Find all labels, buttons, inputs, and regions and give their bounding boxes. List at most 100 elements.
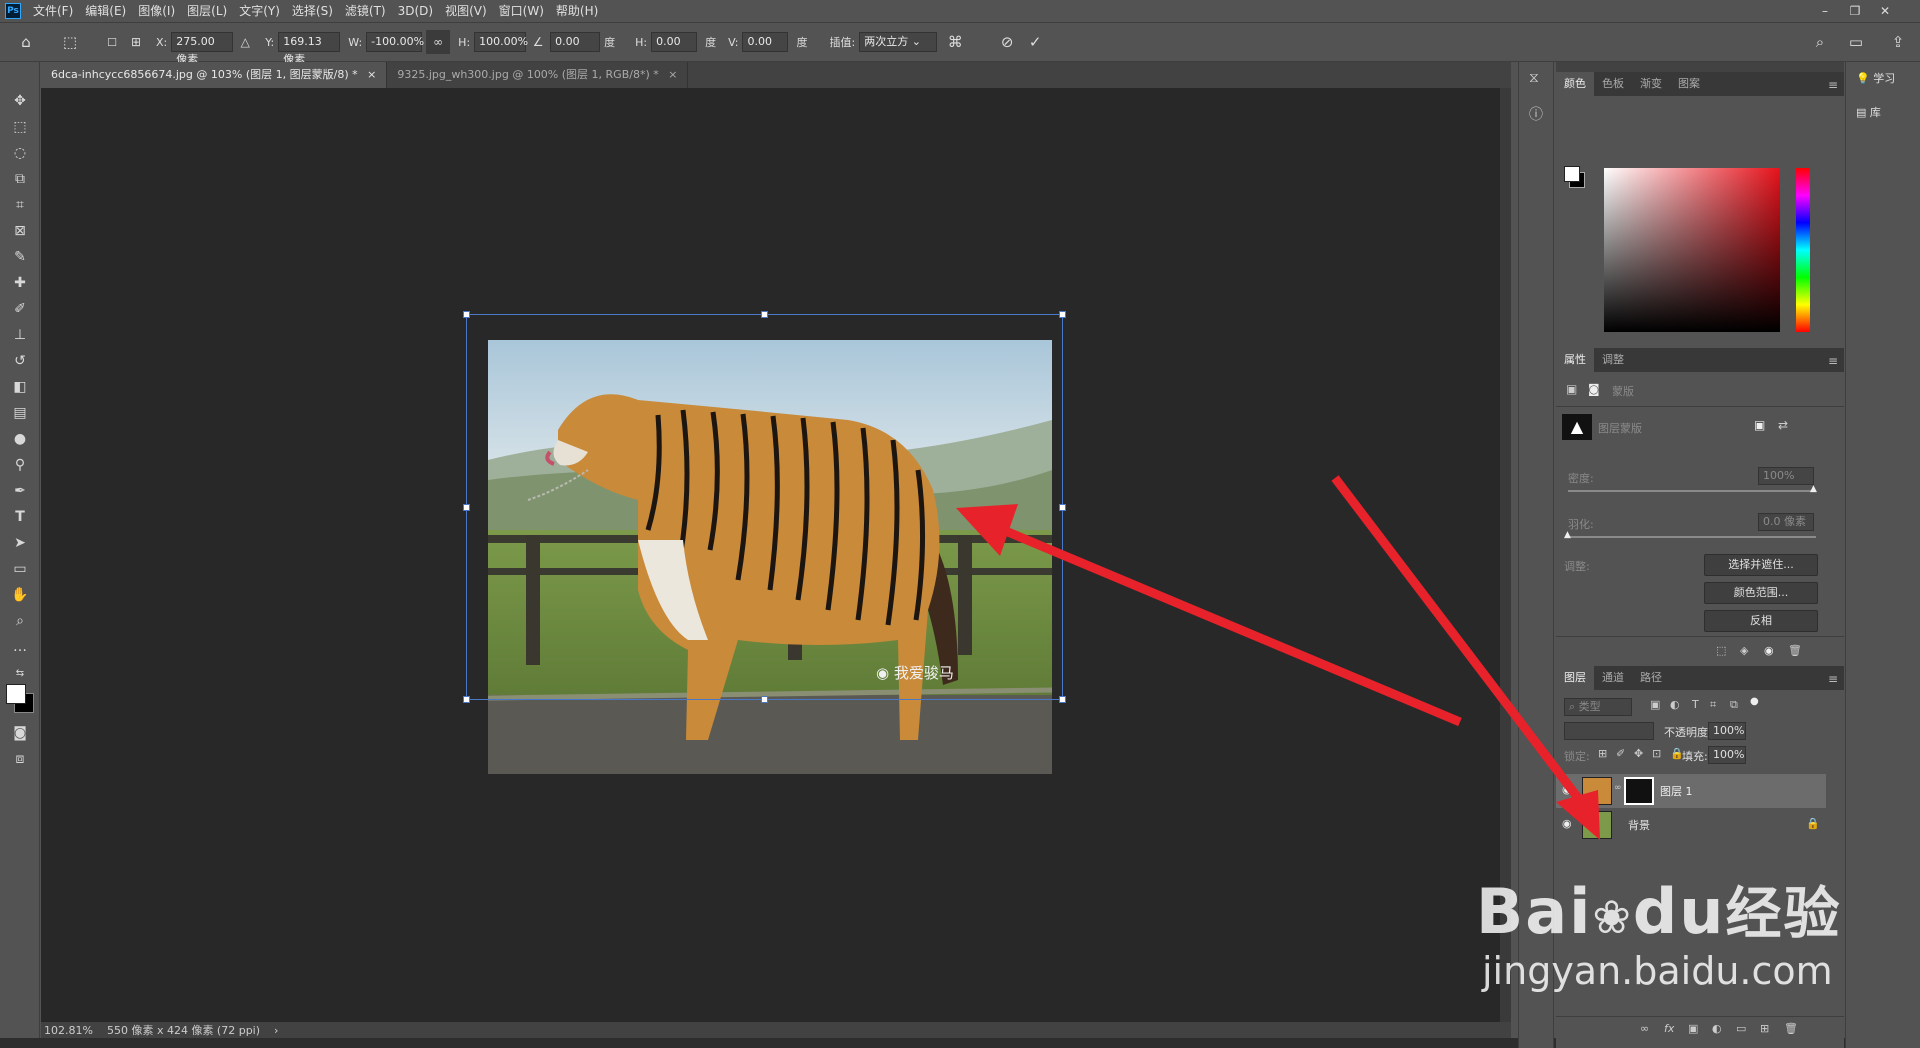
eyedropper-tool-icon[interactable]: ✎ — [8, 246, 32, 268]
history-brush-icon[interactable]: ↺ — [8, 350, 32, 372]
vskew-input[interactable]: 0.00 — [742, 32, 789, 52]
invert-button[interactable]: 反相 — [1704, 610, 1818, 632]
reference-point-checkbox[interactable]: ☐ — [100, 30, 124, 54]
vertical-scrollbar[interactable] — [1500, 88, 1511, 1022]
hand-tool-icon[interactable]: ✋ — [8, 584, 32, 606]
type-tool-icon[interactable]: T — [8, 506, 32, 528]
width-input[interactable]: -100.00% — [366, 32, 424, 52]
gradient-tool-icon[interactable]: ▤ — [8, 402, 32, 424]
feather-input[interactable]: 0.0 像素 — [1758, 513, 1814, 531]
interpolation-select[interactable]: 两次立方 ⌄ — [859, 32, 938, 52]
delete-mask-icon[interactable]: 🗑 — [1788, 644, 1802, 657]
cancel-transform-icon[interactable]: ⊘ — [995, 30, 1019, 54]
x-input[interactable]: 275.00 像素 — [171, 32, 234, 66]
filter-adjust-icon[interactable]: ◐ — [1670, 698, 1680, 711]
link-layers-icon[interactable]: ∞ — [1640, 1022, 1649, 1035]
panel-menu-icon[interactable]: ≡ — [1828, 78, 1838, 92]
delete-layer-icon[interactable]: 🗑 — [1784, 1022, 1798, 1035]
menu-filter[interactable]: 滤镜(T) — [339, 0, 392, 22]
tab-adjustments[interactable]: 调整 — [1594, 348, 1632, 372]
blur-tool-icon[interactable]: ● — [8, 428, 32, 450]
new-layer-icon[interactable]: ⊞ — [1760, 1022, 1769, 1035]
history-panel-icon[interactable]: ⧖ — [1529, 70, 1539, 86]
filter-pixel-icon[interactable]: ▣ — [1650, 698, 1660, 711]
reference-point-grid-icon[interactable]: ⊞ — [124, 30, 148, 54]
transform-bounding-box[interactable] — [463, 311, 1066, 703]
opacity-input[interactable]: 100% — [1708, 722, 1746, 740]
layer-style-icon[interactable]: fx — [1664, 1022, 1674, 1035]
status-menu-arrow-icon[interactable]: › — [274, 1024, 278, 1037]
transform-handle-bottom[interactable] — [761, 696, 768, 703]
tab-paths[interactable]: 路径 — [1632, 666, 1670, 690]
minimize-icon[interactable]: – — [1810, 0, 1840, 22]
screen-mode-icon[interactable]: ⧈ — [8, 748, 32, 770]
tab-channels[interactable]: 通道 — [1594, 666, 1632, 690]
layer-name[interactable]: 图层 1 — [1660, 783, 1693, 799]
foreground-color-swatch[interactable] — [6, 684, 26, 704]
info-panel-icon[interactable]: ⓘ — [1529, 104, 1543, 124]
workspace-icon[interactable]: ▭ — [1844, 30, 1868, 54]
library-panel-button[interactable]: ▤ 库 — [1856, 104, 1881, 120]
feather-slider-thumb[interactable]: ▲ — [1564, 530, 1571, 540]
quick-mask-icon[interactable]: ◙ — [8, 722, 32, 744]
tab-properties[interactable]: 属性 — [1556, 348, 1594, 372]
tab-gradients[interactable]: 渐变 — [1632, 72, 1670, 96]
eraser-tool-icon[interactable]: ◧ — [8, 376, 32, 398]
learn-panel-button[interactable]: 💡 学习 — [1856, 70, 1895, 86]
new-group-icon[interactable]: ▭ — [1736, 1022, 1746, 1035]
hskew-input[interactable]: 0.00 — [651, 32, 698, 52]
menu-select[interactable]: 选择(S) — [286, 0, 339, 22]
menu-image[interactable]: 图像(I) — [132, 0, 181, 22]
menu-layer[interactable]: 图层(L) — [181, 0, 233, 22]
healing-brush-icon[interactable]: ✚ — [8, 272, 32, 294]
marquee-tool-icon[interactable]: ⬚ — [8, 116, 32, 138]
canvas-area[interactable]: ◉ 我爱骏马 — [41, 88, 1500, 1022]
hue-slider[interactable] — [1796, 168, 1810, 332]
transform-handle-top-left[interactable] — [463, 311, 470, 318]
fill-input[interactable]: 100% — [1708, 746, 1746, 764]
layer-row-background[interactable]: ◉ 背景 🔒 — [1556, 808, 1826, 842]
filter-toggle-icon[interactable]: ● — [1750, 696, 1759, 707]
pixel-mask-icon[interactable]: ▣ — [1566, 382, 1577, 396]
foreground-color-chip[interactable] — [1564, 166, 1580, 182]
density-slider[interactable] — [1568, 490, 1816, 492]
layer-name[interactable]: 背景 — [1628, 817, 1650, 833]
tab-swatches[interactable]: 色板 — [1594, 72, 1632, 96]
color-saturation-field[interactable] — [1604, 168, 1780, 332]
tab-close-icon[interactable]: × — [668, 68, 677, 81]
tab-patterns[interactable]: 图案 — [1670, 72, 1708, 96]
crop-tool-icon[interactable]: ⌗ — [8, 194, 32, 216]
tab-layers[interactable]: 图层 — [1556, 666, 1594, 690]
apply-mask-footer-icon[interactable]: ◈ — [1740, 644, 1748, 657]
color-range-button[interactable]: 颜色范围... — [1704, 582, 1818, 604]
transform-handle-right[interactable] — [1059, 504, 1066, 511]
more-tools-icon[interactable]: … — [8, 636, 32, 658]
link-icon[interactable]: ∞ — [426, 30, 451, 54]
y-input[interactable]: 169.13 像素 — [278, 32, 341, 66]
object-select-tool-icon[interactable]: ⧉ — [8, 168, 32, 190]
height-input[interactable]: 100.00% — [474, 32, 528, 52]
add-mask-icon[interactable]: ▣ — [1688, 1022, 1698, 1035]
frame-tool-icon[interactable]: ⊠ — [8, 220, 32, 242]
menu-type[interactable]: 文字(Y) — [233, 0, 286, 22]
lock-position-icon[interactable]: ✥ — [1634, 747, 1643, 760]
apply-mask-icon[interactable]: ⇄ — [1778, 418, 1788, 432]
default-colors-icon[interactable]: ⇆ — [8, 662, 32, 684]
density-input[interactable]: 100% — [1758, 467, 1814, 485]
lasso-tool-icon[interactable]: ◌ — [8, 142, 32, 164]
panel-menu-icon[interactable]: ≡ — [1828, 672, 1838, 686]
menu-help[interactable]: 帮助(H) — [550, 0, 604, 22]
tab-document-2[interactable]: 9325.jpg_wh300.jpg @ 100% (图层 1, RGB/8*)… — [387, 62, 689, 88]
menu-window[interactable]: 窗口(W) — [493, 0, 550, 22]
mask-link-icon[interactable]: ∞ — [1614, 783, 1622, 793]
zoom-tool-icon[interactable]: ⌕ — [8, 610, 32, 632]
vector-mask-icon[interactable]: ◙ — [1588, 382, 1600, 396]
close-icon[interactable]: ✕ — [1870, 0, 1900, 22]
feather-slider[interactable] — [1568, 536, 1816, 538]
lock-transparent-icon[interactable]: ⊞ — [1598, 747, 1607, 760]
layer-visibility-eye-icon[interactable]: ◉ — [1562, 783, 1572, 796]
load-selection-icon[interactable]: ⬚ — [1716, 644, 1726, 657]
rectangle-tool-icon[interactable]: ▭ — [8, 558, 32, 580]
rotate-input[interactable]: 0.00 — [550, 32, 601, 52]
transform-handle-bottom-right[interactable] — [1059, 696, 1066, 703]
